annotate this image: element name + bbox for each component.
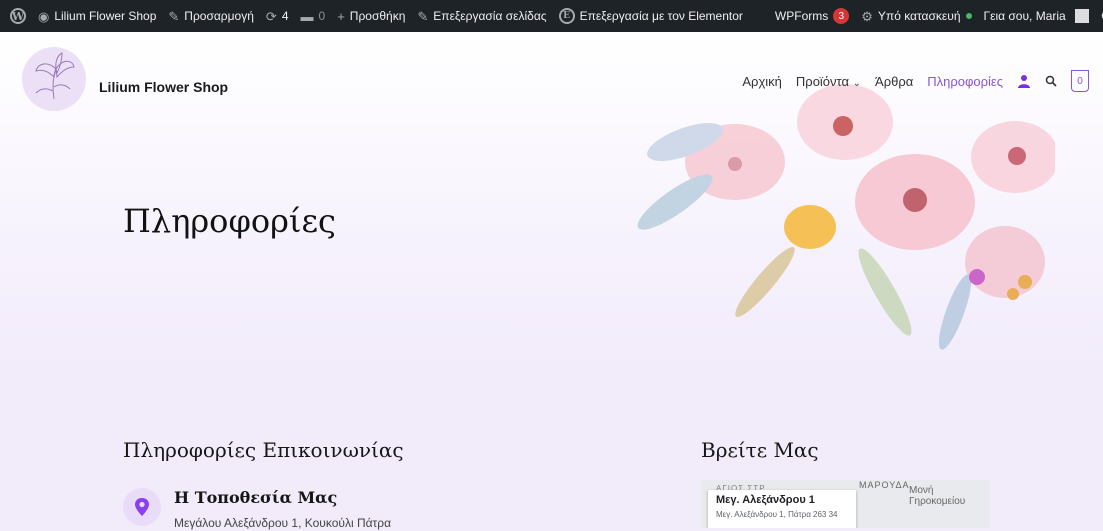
admin-bar: W ◉ Lilium Flower Shop ✎ Προσαρμογή ⟳ 4 …: [0, 0, 1103, 32]
maintenance-menu[interactable]: ⚙ Υπό κατασκευή: [855, 0, 977, 32]
updates-menu[interactable]: ⟳ 4: [260, 0, 295, 32]
page-title: Πληροφορίες: [123, 202, 336, 240]
avatar: [1074, 9, 1089, 23]
maintenance-label: Υπό κατασκευή: [877, 9, 961, 23]
cart-icon[interactable]: 0: [1071, 70, 1089, 92]
customize-menu[interactable]: ✎ Προσαρμογή: [162, 0, 260, 32]
updates-count: 4: [281, 9, 289, 23]
nav-articles[interactable]: Άρθρα: [875, 74, 913, 89]
site-logo[interactable]: [22, 47, 86, 111]
gear-icon: ⚙: [861, 8, 873, 24]
map-info-card[interactable]: Μεγ. Αλεξάνδρου 1 Μεγ. Αλεξάνδρου 1, Πάτ…: [708, 490, 856, 528]
nav-products-label: Προϊόντα: [795, 73, 850, 89]
wpforms-badge: 3: [833, 8, 850, 24]
new-content-label: Προσθήκη: [349, 9, 406, 23]
content-section: Πληροφορίες Επικοινωνίας Βρείτε Μας Η Το…: [0, 360, 1103, 530]
location-address: Μεγάλου Αλεξάνδρου 1, Κουκούλι Πάτρα: [174, 516, 392, 530]
edit-elementor-menu[interactable]: E Επεξεργασία με τον Elementor: [553, 0, 749, 32]
admin-search[interactable]: [1095, 0, 1103, 32]
comments-menu[interactable]: ▬ 0: [295, 0, 332, 32]
location-title: Η Τοποθεσία Μας: [174, 488, 338, 507]
site-name-menu[interactable]: ◉ Lilium Flower Shop: [32, 0, 162, 32]
elementor-icon: E: [558, 8, 575, 24]
map-card-address: Μεγ. Αλεξάνδρου 1, Πάτρα 263 34: [716, 510, 838, 519]
pin-icon: [135, 498, 149, 516]
map-card-title: Μεγ. Αλεξάνδρου 1: [716, 494, 815, 506]
pencil-icon: ✎: [417, 8, 429, 24]
map-embed[interactable]: ΑΓΙΟΣ ΣΤΡ. ΜΑΡΟΥΔΑ Μονή Γηροκομείου Μεγ.…: [701, 480, 990, 528]
status-dot: [965, 13, 972, 19]
lily-logo-icon: [35, 52, 75, 100]
nav-home[interactable]: Αρχική: [742, 74, 782, 89]
nav-products[interactable]: Προϊόντα ⌄: [796, 74, 861, 89]
edit-elementor-label: Επεξεργασία με τον Elementor: [579, 9, 743, 23]
edit-page-menu[interactable]: ✎ Επεξεργασία σελίδας: [411, 0, 552, 32]
wordpress-icon: W: [10, 8, 26, 24]
location-icon-circle: [123, 488, 161, 526]
search-icon[interactable]: [1045, 75, 1057, 87]
hero-section: Lilium Flower Shop Αρχική Προϊόντα ⌄ Άρθ…: [0, 32, 1103, 360]
wpforms-menu[interactable]: WPForms 3: [769, 0, 855, 32]
watercolor-flowers-image: [637, 84, 1055, 350]
map-area-label: Μονή Γηροκομείου: [909, 485, 966, 507]
contact-heading: Πληροφορίες Επικοινωνίας: [123, 438, 404, 462]
map-area-label: ΜΑΡΟΥΔΑ: [859, 480, 910, 490]
brush-icon: ✎: [168, 8, 180, 24]
site-title[interactable]: Lilium Flower Shop: [99, 79, 228, 95]
edit-page-label: Επεξεργασία σελίδας: [433, 9, 547, 23]
find-us-heading: Βρείτε Μας: [701, 438, 819, 462]
chevron-down-icon: ⌄: [852, 77, 862, 89]
plus-icon: +: [337, 8, 345, 24]
customize-label: Προσαρμογή: [184, 9, 254, 23]
new-content-menu[interactable]: + Προσθήκη: [331, 0, 411, 32]
wp-logo-menu[interactable]: W: [0, 0, 32, 32]
greeting-label: Γεια σου, Maria: [983, 9, 1066, 23]
main-nav: Αρχική Προϊόντα ⌄ Άρθρα Πληροφορίες 0: [742, 70, 1089, 92]
comment-icon: ▬: [300, 8, 314, 24]
dashboard-icon: ◉: [38, 8, 50, 24]
refresh-icon: ⟳: [265, 8, 277, 24]
nav-info[interactable]: Πληροφορίες: [927, 74, 1003, 89]
site-name-label: Lilium Flower Shop: [54, 9, 157, 23]
cart-count: 0: [1077, 75, 1083, 87]
comments-count: 0: [318, 9, 326, 23]
user-icon[interactable]: [1017, 74, 1031, 88]
wpforms-label: WPForms: [774, 9, 829, 23]
my-account-menu[interactable]: Γεια σου, Maria: [978, 0, 1095, 32]
